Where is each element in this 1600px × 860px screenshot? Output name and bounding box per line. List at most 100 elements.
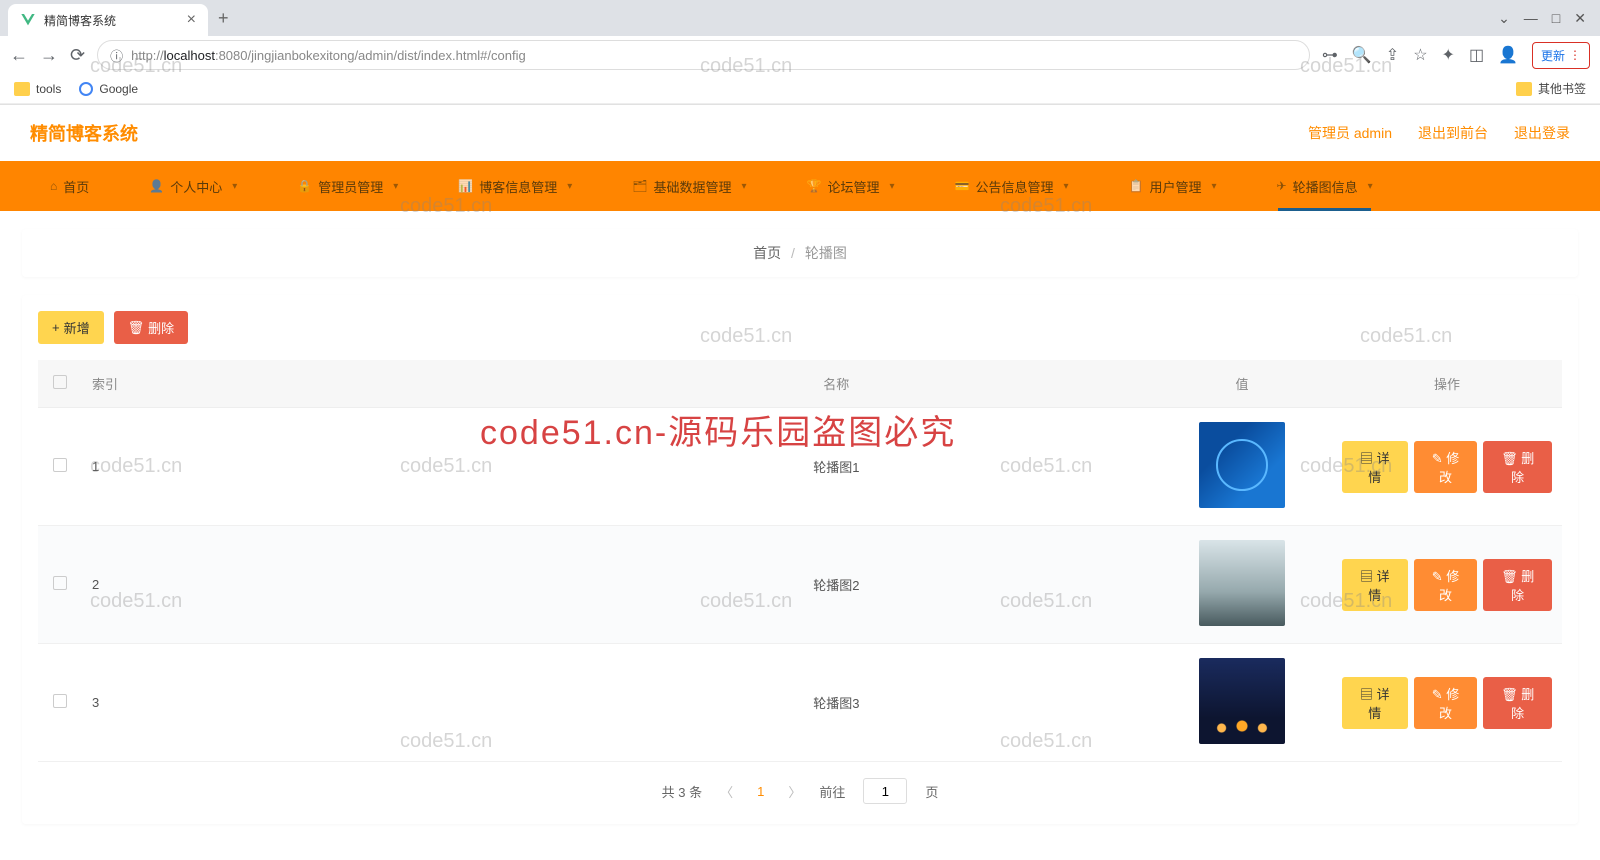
chevron-down-icon: ▾	[742, 181, 747, 192]
cell-index: 2	[82, 526, 521, 644]
back-icon[interactable]: ←	[10, 45, 28, 66]
table-row: 2 轮播图2 ▤ 详情 ✎ 修改 🗑 删除	[38, 526, 1562, 644]
brand-title: 精简博客系统	[30, 120, 138, 146]
bookmarks-bar: tools Google 其他书签	[0, 74, 1600, 104]
chevron-down-icon: ▾	[232, 181, 237, 192]
chevron-down-icon[interactable]: ⌄	[1498, 10, 1510, 27]
row-delete-button[interactable]: 🗑 删除	[1483, 441, 1552, 493]
star-icon[interactable]: ☆	[1413, 45, 1427, 65]
thumbnail-image[interactable]	[1199, 422, 1285, 508]
address-bar: ← → ⟳ ⓘ http://localhost:8080/jingjianbo…	[0, 36, 1600, 74]
profile-icon[interactable]: 👤	[1498, 45, 1518, 65]
cell-name: 轮播图3	[521, 644, 1152, 762]
app-header: 精简博客系统 管理员 admin 退出到前台 退出登录	[0, 105, 1600, 161]
data-panel: + 新增 🗑 删除 索引 名称 值 操作 1 轮播图1 ▤ 详情 ✎ 修改 🗑 …	[22, 295, 1578, 824]
page-next[interactable]: 〉	[784, 782, 805, 801]
pagination: 共 3 条 〈 1 〉 前往 页	[38, 762, 1562, 808]
add-button[interactable]: + 新增	[38, 311, 104, 344]
key-icon[interactable]: ⊶	[1322, 45, 1338, 65]
page-prev[interactable]: 〈	[716, 782, 737, 801]
menu-item-7[interactable]: 📋 用户管理 ▾	[1099, 161, 1247, 211]
bookmark-other[interactable]: 其他书签	[1516, 80, 1586, 97]
delete-button[interactable]: 🗑 删除	[114, 311, 189, 344]
menu-item-4[interactable]: 🗂基础数据管理▾	[602, 161, 776, 211]
tab-close-icon[interactable]: ×	[187, 11, 196, 29]
data-table: 索引 名称 值 操作 1 轮播图1 ▤ 详情 ✎ 修改 🗑 删除 2 轮播图2 …	[38, 360, 1562, 762]
forward-icon[interactable]: →	[40, 45, 58, 66]
menu-item-8[interactable]: ✈轮播图信息▾	[1247, 161, 1403, 211]
cell-index: 3	[82, 644, 521, 762]
chevron-down-icon: ▾	[1064, 181, 1069, 192]
menu-label: 用户管理	[1150, 177, 1202, 196]
menu-item-3[interactable]: 📊博客信息管理▾	[428, 161, 602, 211]
table-row: 3 轮播图3 ▤ 详情 ✎ 修改 🗑 删除	[38, 644, 1562, 762]
panel-icon[interactable]: ◫	[1469, 45, 1484, 65]
chevron-down-icon: ▾	[1368, 181, 1373, 192]
menu-icon: ⌂	[50, 179, 57, 193]
url-input[interactable]: ⓘ http://localhost:8080/jingjianbokexito…	[97, 40, 1310, 70]
breadcrumb-home[interactable]: 首页	[753, 245, 781, 261]
thumbnail-image[interactable]	[1199, 658, 1285, 744]
menu-icon: 🗂	[632, 179, 647, 193]
checkbox-all[interactable]	[53, 375, 67, 389]
menu-item-0[interactable]: ⌂ 首页	[20, 161, 119, 211]
close-window-icon[interactable]: ✕	[1574, 10, 1586, 27]
search-small-icon[interactable]: 🔍	[1352, 45, 1372, 65]
menu-icon: ✈	[1277, 179, 1287, 193]
cell-name: 轮播图1	[521, 408, 1152, 526]
extension-icon[interactable]: ✦	[1442, 45, 1455, 65]
update-button[interactable]: 更新	[1532, 42, 1590, 69]
share-icon[interactable]: ⇪	[1386, 45, 1399, 65]
menu-label: 首页	[63, 177, 89, 196]
row-checkbox[interactable]	[53, 576, 67, 590]
col-index: 索引	[82, 360, 521, 408]
col-value: 值	[1152, 360, 1332, 408]
menu-item-5[interactable]: 🏆论坛管理▾	[777, 161, 925, 211]
reload-icon[interactable]: ⟳	[70, 45, 85, 66]
menu-item-1[interactable]: 👤 个人中心 ▾	[119, 161, 267, 211]
browser-chrome: 精简博客系统 × + ⌄ — □ ✕ ← → ⟳ ⓘ http://localh…	[0, 0, 1600, 105]
browser-tab[interactable]: 精简博客系统 ×	[8, 4, 208, 36]
menu-label: 管理员管理	[318, 177, 383, 196]
bookmark-google[interactable]: Google	[79, 82, 138, 96]
row-delete-button[interactable]: 🗑 删除	[1483, 559, 1552, 611]
content: 首页 / 轮播图 + 新增 🗑 删除 索引 名称 值 操作 1 轮播图1	[0, 211, 1600, 842]
menu-icon: 📋	[1129, 179, 1144, 193]
page-current[interactable]: 1	[751, 784, 770, 799]
thumbnail-image[interactable]	[1199, 540, 1285, 626]
col-checkbox	[38, 360, 82, 408]
row-checkbox[interactable]	[53, 694, 67, 708]
window-controls: ⌄ — □ ✕	[1498, 10, 1600, 27]
to-front-link[interactable]: 退出到前台	[1418, 123, 1488, 143]
menu-item-6[interactable]: 💳公告信息管理▾	[925, 161, 1099, 211]
row-delete-button[interactable]: 🗑 删除	[1483, 677, 1552, 729]
edit-button[interactable]: ✎ 修改	[1414, 677, 1478, 729]
logout-link[interactable]: 退出登录	[1514, 123, 1570, 143]
detail-button[interactable]: ▤ 详情	[1342, 441, 1408, 493]
vue-favicon-icon	[20, 12, 36, 28]
maximize-icon[interactable]: □	[1552, 10, 1560, 27]
admin-label[interactable]: 管理员 admin	[1308, 123, 1392, 143]
new-tab-button[interactable]: +	[208, 8, 239, 29]
menu-icon: 🏆	[807, 179, 822, 193]
edit-button[interactable]: ✎ 修改	[1414, 441, 1478, 493]
bookmark-tools[interactable]: tools	[14, 82, 61, 96]
menu-label: 个人中心	[170, 177, 222, 196]
menu-icon: 🔒	[297, 179, 312, 193]
menu-label: 博客信息管理	[479, 177, 557, 196]
detail-button[interactable]: ▤ 详情	[1342, 677, 1408, 729]
menu-item-2[interactable]: 🔒 管理员管理 ▾	[267, 161, 428, 211]
col-name: 名称	[521, 360, 1152, 408]
menu-icon: 👤	[149, 179, 164, 193]
menu-icon: 💳	[955, 179, 970, 193]
detail-button[interactable]: ▤ 详情	[1342, 559, 1408, 611]
tab-bar: 精简博客系统 × + ⌄ — □ ✕	[0, 0, 1600, 36]
header-right: 管理员 admin 退出到前台 退出登录	[1308, 123, 1570, 143]
edit-button[interactable]: ✎ 修改	[1414, 559, 1478, 611]
minimize-icon[interactable]: —	[1524, 10, 1538, 27]
page-goto-input[interactable]	[863, 778, 907, 804]
row-checkbox[interactable]	[53, 458, 67, 472]
page-goto-pre: 前往	[819, 782, 845, 801]
chevron-down-icon: ▾	[1212, 181, 1217, 192]
chevron-down-icon: ▾	[393, 181, 398, 192]
